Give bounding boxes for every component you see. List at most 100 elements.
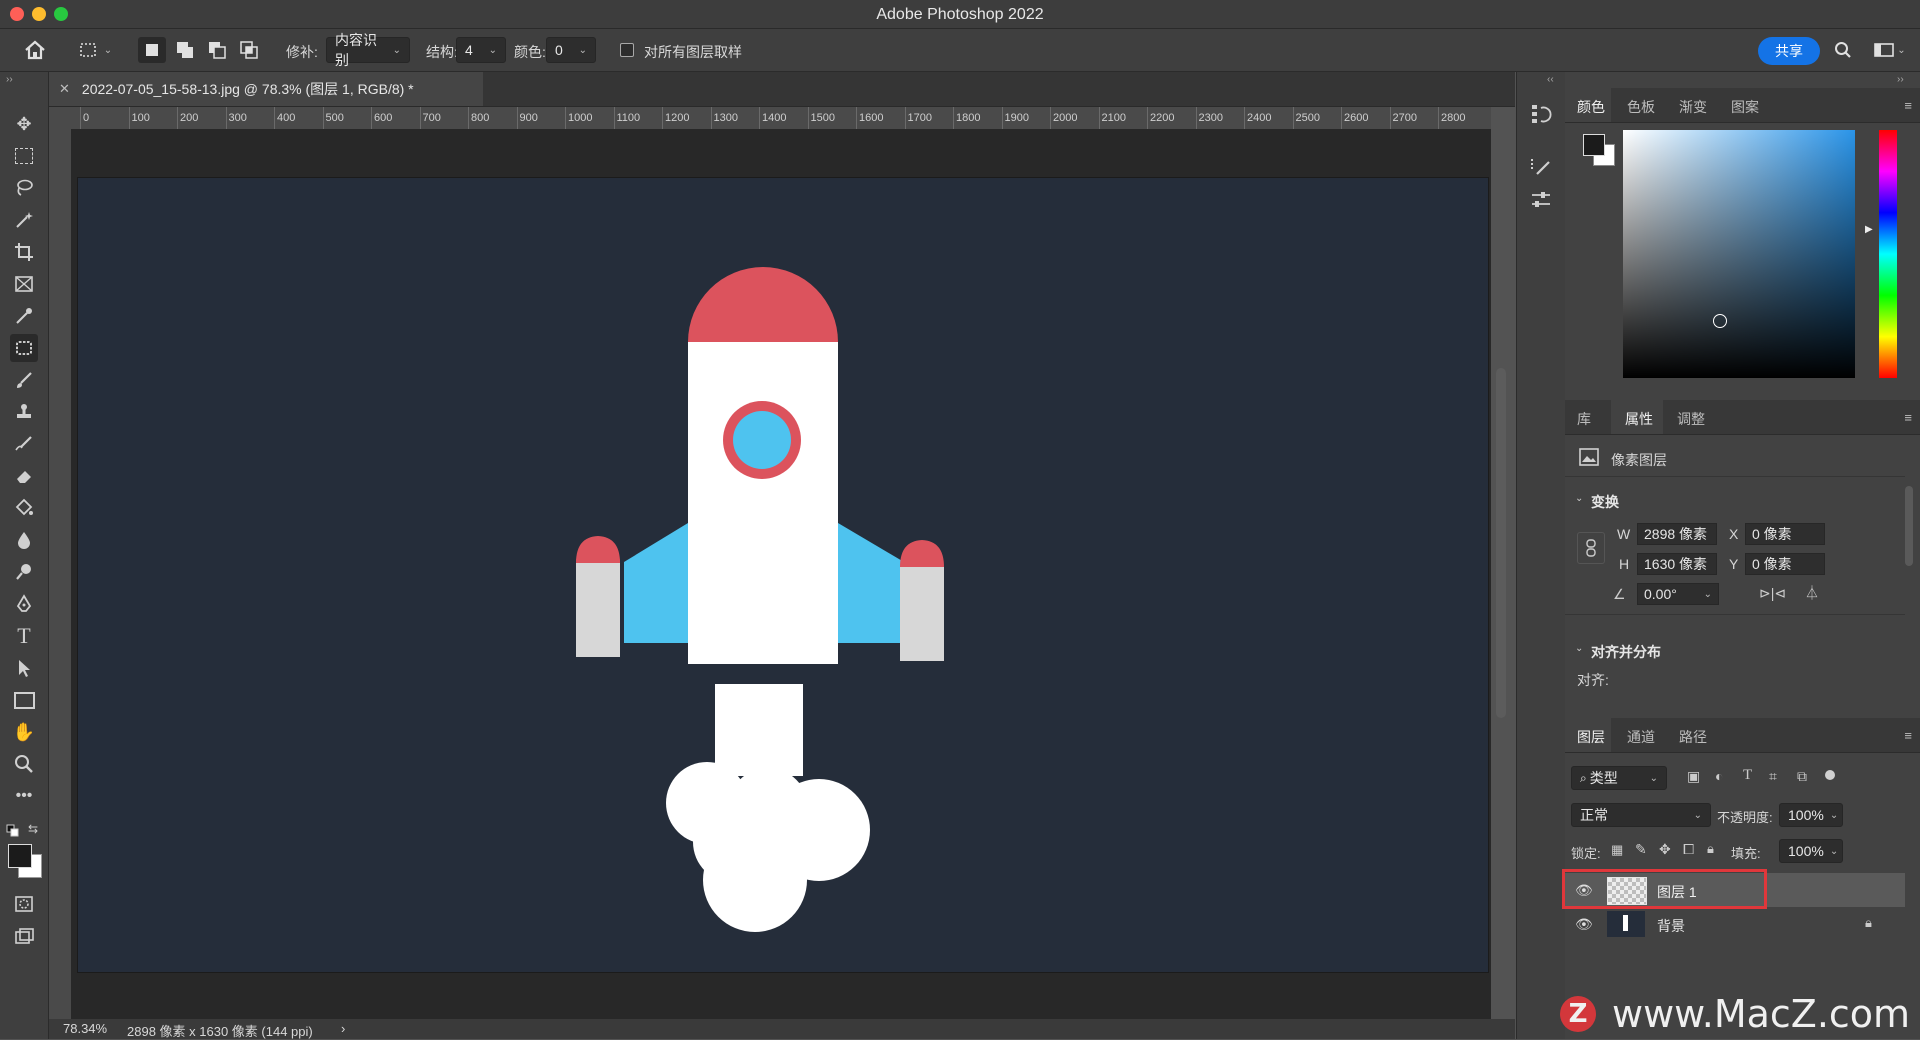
visibility-eye-icon[interactable]: 👁︎ xyxy=(1575,916,1593,933)
flip-horizontal-icon[interactable]: ⊳|⊲ xyxy=(1759,585,1786,602)
dodge-tool[interactable] xyxy=(10,558,38,586)
swap-colors-button[interactable]: ⇆ xyxy=(28,822,38,836)
frame-tool[interactable] xyxy=(10,270,38,298)
filter-toggle-icon[interactable] xyxy=(1825,770,1835,780)
color-panel-fg-swatch[interactable] xyxy=(1583,134,1605,156)
expand-toolbar-icon[interactable]: ›› xyxy=(6,74,13,85)
link-dimensions-button[interactable] xyxy=(1577,532,1605,564)
layer-row-background[interactable]: 👁︎ 背景 🔒︎ xyxy=(1565,907,1905,941)
tab-color[interactable]: 颜色 xyxy=(1577,97,1605,117)
structure-field[interactable]: 4 ⌄ xyxy=(456,37,506,63)
quick-mask-button[interactable] xyxy=(10,890,38,918)
properties-scrollbar[interactable] xyxy=(1905,486,1913,566)
y-position-field[interactable]: 0 像素 xyxy=(1745,553,1825,575)
magic-wand-tool[interactable] xyxy=(10,206,38,234)
hue-slider[interactable] xyxy=(1879,130,1897,378)
marquee-tool[interactable] xyxy=(10,142,38,170)
tab-patterns[interactable]: 图案 xyxy=(1731,97,1759,117)
collapse-dock-icon[interactable]: ‹‹ xyxy=(1547,74,1554,85)
hue-slider-handle[interactable]: ▶ xyxy=(1865,224,1873,235)
patch-tool-preset-picker[interactable]: ⌄ xyxy=(72,37,118,63)
hand-tool[interactable]: ✋ xyxy=(10,718,38,746)
eyedropper-tool[interactable] xyxy=(10,302,38,330)
fill-field[interactable]: 100% ⌄ xyxy=(1779,839,1843,863)
tab-channels[interactable]: 通道 xyxy=(1627,727,1655,747)
adjustments-button[interactable] xyxy=(1529,188,1553,215)
zoom-level[interactable]: 78.34% xyxy=(63,1021,107,1036)
add-selection-mode-button[interactable] xyxy=(172,37,198,63)
close-tab-icon[interactable]: ✕ xyxy=(59,81,70,97)
layer-name[interactable]: 背景 xyxy=(1657,916,1685,936)
tab-adjustments[interactable]: 调整 xyxy=(1677,409,1705,429)
chevron-down-icon[interactable]: ⌄ xyxy=(1575,643,1583,654)
vertical-scrollbar[interactable] xyxy=(1496,368,1506,718)
tab-properties[interactable]: 属性 xyxy=(1625,409,1653,429)
type-tool[interactable]: T xyxy=(10,622,38,650)
collapse-panels-icon[interactable]: ›› xyxy=(1897,74,1904,85)
brush-tool[interactable] xyxy=(10,366,38,394)
home-button[interactable] xyxy=(20,37,50,63)
color-picker-cursor[interactable] xyxy=(1713,314,1727,328)
foreground-color-swatch[interactable] xyxy=(8,844,32,868)
brush-settings-button[interactable] xyxy=(1529,156,1553,183)
width-field[interactable]: 2898 像素 xyxy=(1637,523,1717,545)
intersect-selection-mode-button[interactable] xyxy=(236,37,262,63)
path-selection-tool[interactable] xyxy=(10,654,38,682)
filter-type-icon[interactable]: T xyxy=(1743,767,1752,784)
opacity-field[interactable]: 100% ⌄ xyxy=(1779,803,1843,827)
lock-artboard-icon[interactable]: ⧠ xyxy=(1683,841,1694,858)
panel-menu-icon[interactable]: ≡ xyxy=(1904,410,1912,425)
color-field[interactable]: 0 ⌄ xyxy=(546,37,596,63)
sample-all-layers-checkbox[interactable] xyxy=(620,43,634,57)
tab-paths[interactable]: 路径 xyxy=(1679,727,1707,747)
color-picker-field[interactable] xyxy=(1623,130,1855,378)
tab-gradients[interactable]: 渐变 xyxy=(1679,97,1707,117)
subtract-selection-mode-button[interactable] xyxy=(204,37,230,63)
share-button[interactable]: 共享 xyxy=(1758,37,1820,65)
tab-layers[interactable]: 图层 xyxy=(1577,727,1605,747)
document-tab[interactable]: ✕ 2022-07-05_15-58-13.jpg @ 78.3% (图层 1,… xyxy=(49,72,483,106)
eraser-tool[interactable] xyxy=(10,462,38,490)
height-field[interactable]: 1630 像素 xyxy=(1637,553,1717,575)
lock-transparency-icon[interactable]: ▦ xyxy=(1611,842,1623,858)
clone-stamp-tool[interactable] xyxy=(10,398,38,426)
status-menu-arrow[interactable]: › xyxy=(341,1021,345,1036)
filter-smart-object-icon[interactable]: ⧉ xyxy=(1797,768,1807,785)
x-position-field[interactable]: 0 像素 xyxy=(1745,523,1825,545)
panel-menu-icon[interactable]: ≡ xyxy=(1904,98,1912,113)
transform-section-title[interactable]: 变换 xyxy=(1591,492,1619,512)
screen-mode-button[interactable] xyxy=(10,922,38,950)
blur-tool[interactable] xyxy=(10,526,38,554)
chevron-down-icon[interactable]: ⌄ xyxy=(1575,493,1583,504)
history-brush-tool[interactable] xyxy=(10,430,38,458)
lock-position-icon[interactable]: ✥ xyxy=(1659,841,1671,858)
rectangle-tool[interactable] xyxy=(10,686,38,714)
lock-all-icon[interactable]: 🔒︎ xyxy=(1707,841,1714,857)
new-selection-mode-button[interactable] xyxy=(138,37,166,63)
tab-swatches[interactable]: 色板 xyxy=(1627,97,1655,117)
ruler-corner[interactable] xyxy=(49,107,75,129)
crop-tool[interactable] xyxy=(10,238,38,266)
horizontal-ruler[interactable]: 0 100 200 300 400 500 600 700 800 900 1000 1100 1200… xyxy=(75,107,1491,130)
move-tool[interactable]: ✥ xyxy=(10,110,38,138)
workspace-switcher-button[interactable]: ⌄ xyxy=(1870,37,1910,63)
search-button[interactable] xyxy=(1830,37,1856,63)
angle-field[interactable]: 0.00° ⌄ xyxy=(1637,583,1719,605)
tab-libraries[interactable]: 库 xyxy=(1577,409,1591,429)
zoom-tool[interactable] xyxy=(10,750,38,778)
filter-adjustment-icon[interactable]: ◐ xyxy=(1715,768,1723,784)
lasso-tool[interactable] xyxy=(10,174,38,202)
history-panel-button[interactable] xyxy=(1529,102,1553,129)
patch-mode-dropdown[interactable]: 内容识别 ⌄ xyxy=(326,32,410,68)
align-section-title[interactable]: 对齐并分布 xyxy=(1591,642,1661,662)
filter-pixel-icon[interactable]: ▣ xyxy=(1687,768,1700,785)
blend-mode-dropdown[interactable]: 正常 ⌄ xyxy=(1571,803,1711,827)
edit-toolbar-button[interactable]: ••• xyxy=(10,782,38,810)
panel-menu-icon[interactable]: ≡ xyxy=(1904,728,1912,743)
lock-pixels-icon[interactable]: ✎ xyxy=(1635,841,1647,858)
default-colors-button[interactable] xyxy=(6,824,20,841)
filter-shape-icon[interactable]: ⌗ xyxy=(1769,768,1777,785)
vertical-ruler[interactable] xyxy=(49,129,72,1019)
pen-tool[interactable] xyxy=(10,590,38,618)
patch-tool[interactable] xyxy=(10,334,38,362)
